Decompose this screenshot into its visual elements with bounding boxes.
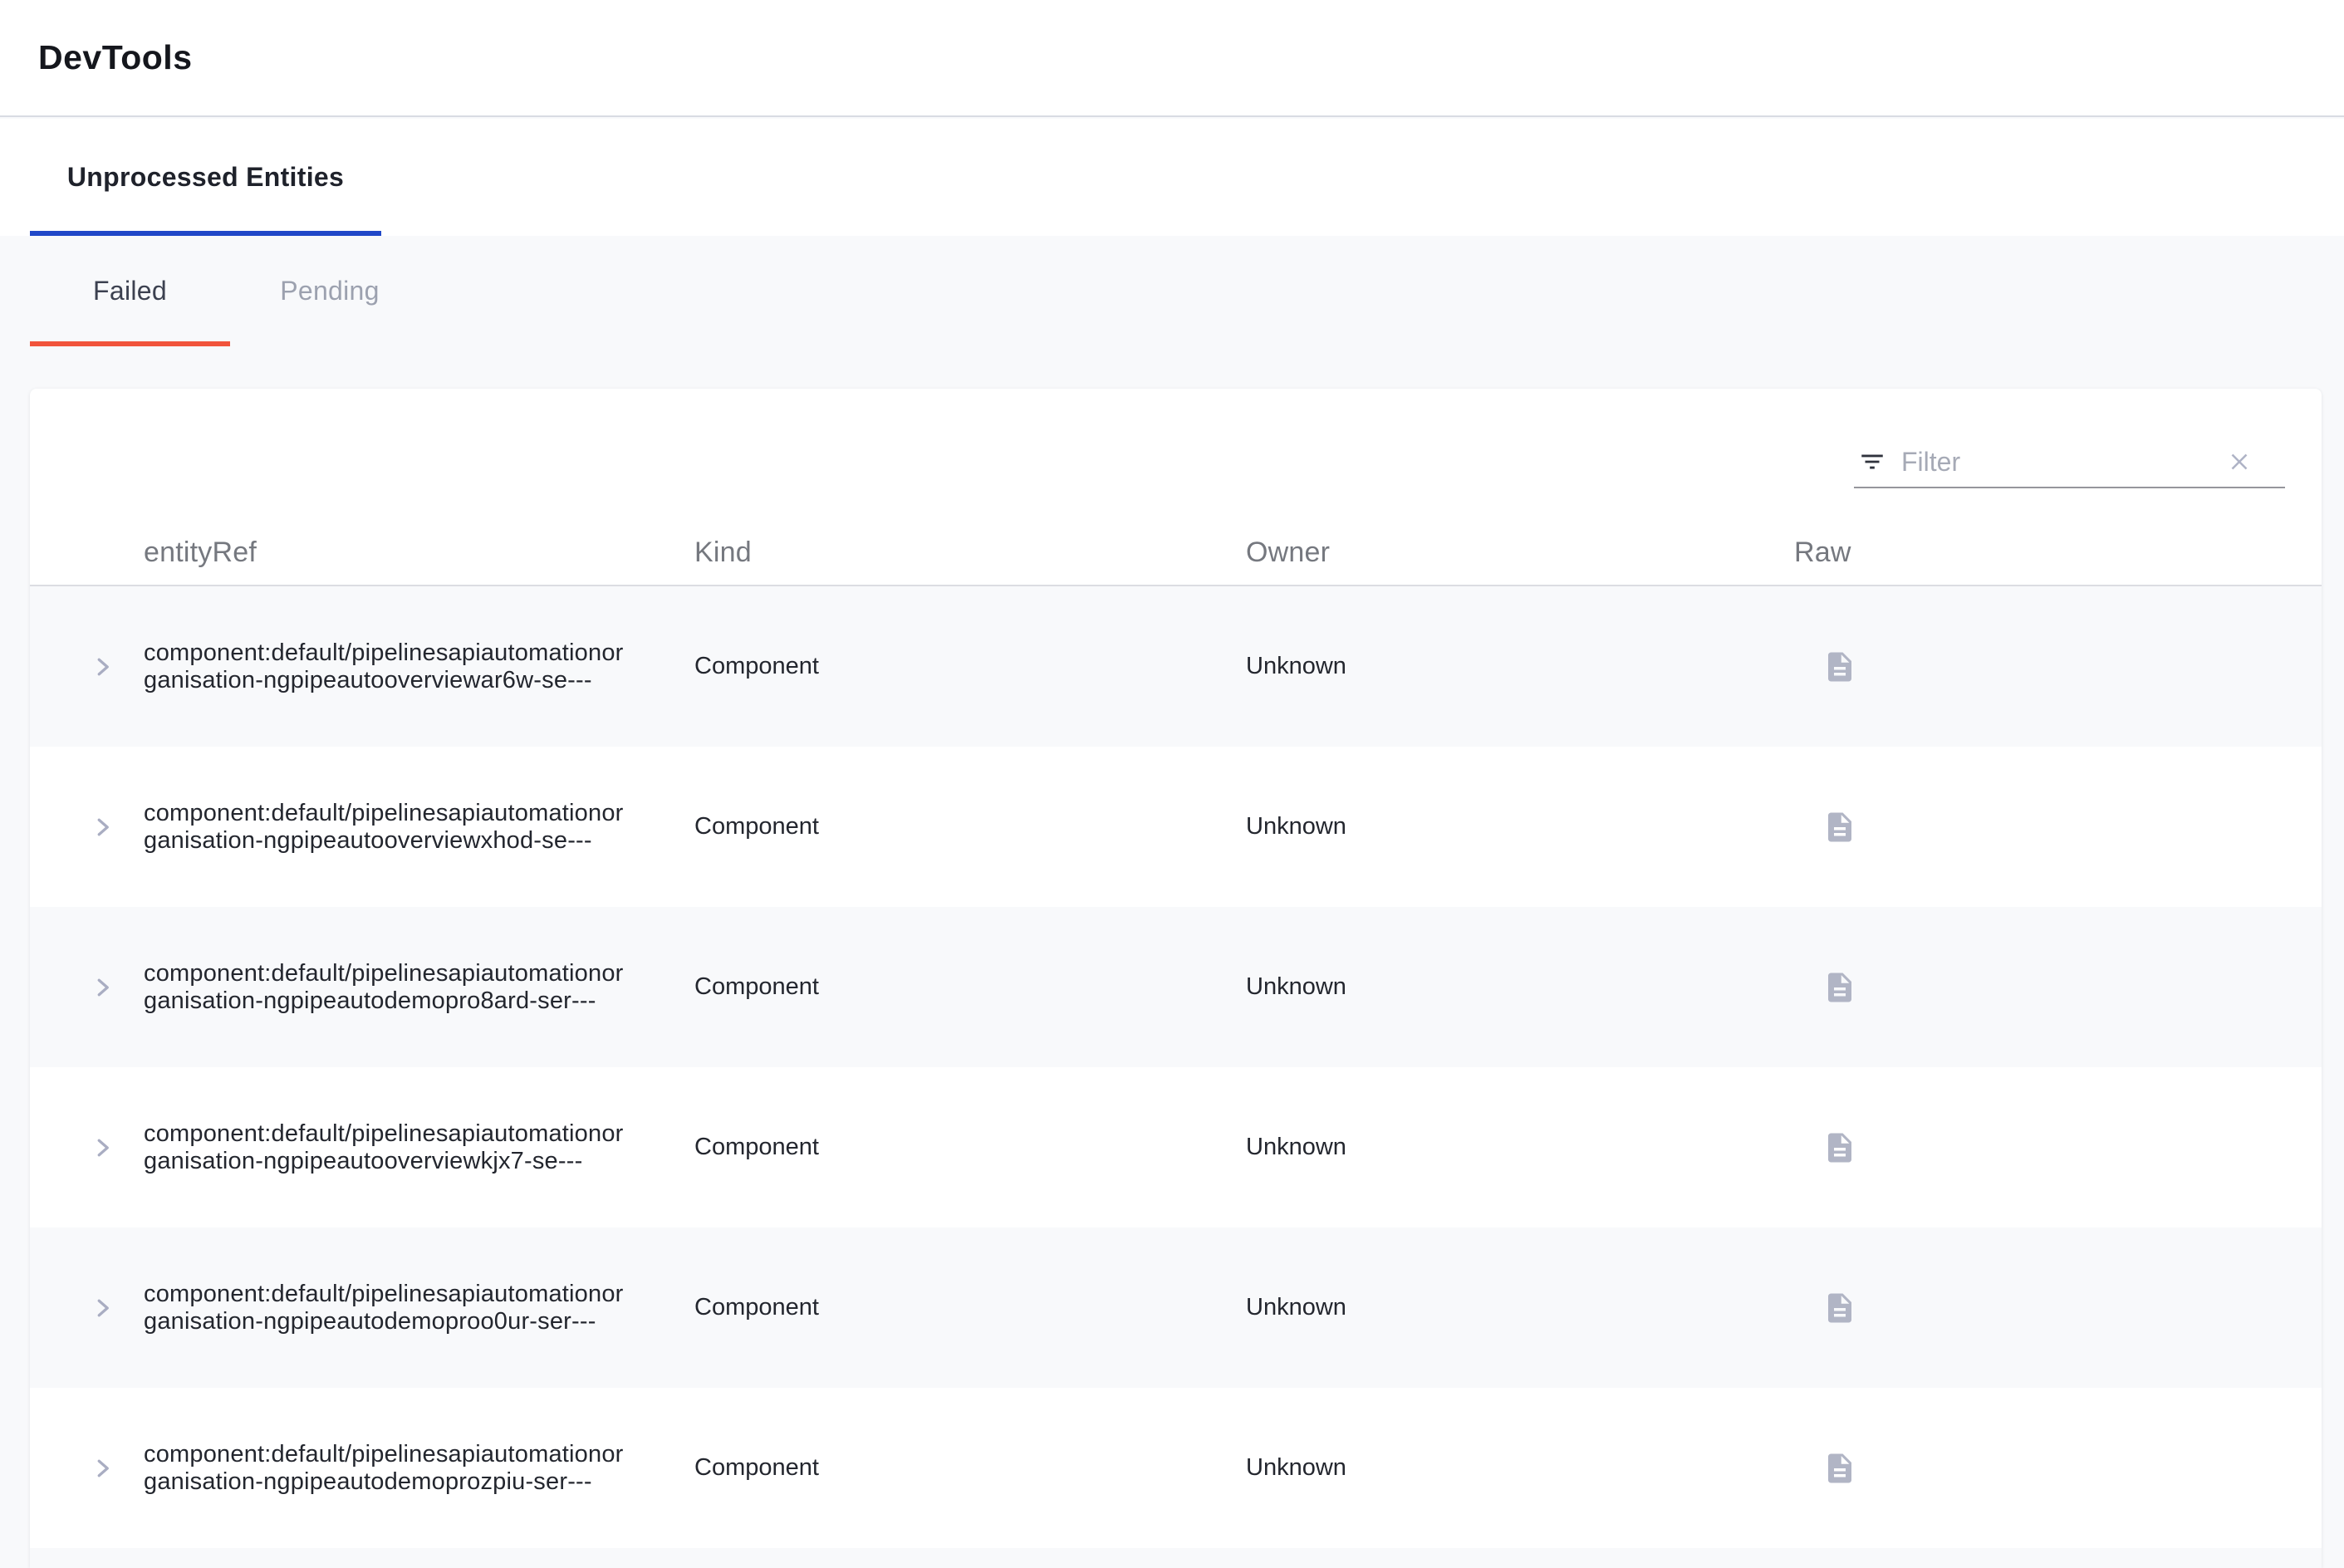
expand-row-button[interactable] — [83, 1067, 121, 1227]
tab-failed[interactable]: Failed — [30, 236, 230, 346]
document-icon — [1822, 1451, 1857, 1486]
status-tab-bar: Failed Pending — [0, 236, 2344, 346]
owner-value: Unknown — [1246, 747, 1761, 907]
document-icon — [1822, 649, 1857, 684]
expand-row-button[interactable] — [83, 907, 121, 1067]
kind-value: Component — [694, 1227, 1209, 1388]
chevron-right-icon — [90, 975, 115, 1000]
document-icon — [1822, 1130, 1857, 1165]
table-row: component:default/pipelinesapiautomation… — [30, 586, 2322, 747]
page-title: DevTools — [38, 38, 193, 77]
tab-unprocessed-entities[interactable]: Unprocessed Entities — [30, 119, 381, 236]
document-icon — [1822, 810, 1857, 845]
entityref-value: component:default/pipelinesapiautomation… — [144, 639, 625, 694]
owner-value: Unknown — [1246, 586, 1761, 747]
failed-tab-indicator — [30, 341, 230, 346]
devtools-page: DevTools Unprocessed Entities Failed Pen… — [0, 0, 2344, 1568]
chevron-right-icon — [90, 1296, 115, 1321]
expand-row-button[interactable] — [83, 1227, 121, 1388]
document-icon — [1822, 970, 1857, 1005]
table-row-partial — [30, 1548, 2322, 1568]
entityref-value: component:default/pipelinesapiautomation… — [144, 1441, 625, 1496]
expand-row-button[interactable] — [83, 1388, 121, 1548]
filter-input[interactable] — [1901, 447, 2225, 478]
kind-value: Component — [694, 1388, 1209, 1548]
view-raw-button[interactable] — [1821, 747, 1859, 907]
table-header: entityRef Kind Owner Raw — [30, 488, 2322, 586]
entityref-value: component:default/pipelinesapiautomation… — [144, 960, 625, 1015]
tab-pending[interactable]: Pending — [230, 236, 429, 346]
column-header-entityref: entityRef — [144, 488, 257, 585]
chevron-right-icon — [90, 654, 115, 679]
column-header-owner: Owner — [1246, 488, 1330, 585]
clear-filter-button[interactable] — [2225, 448, 2253, 476]
view-raw-button[interactable] — [1821, 1227, 1859, 1388]
expand-row-button[interactable] — [83, 747, 121, 907]
entityref-value: component:default/pipelinesapiautomation… — [144, 800, 625, 855]
chevron-right-icon — [90, 1135, 115, 1160]
expand-row-button[interactable] — [83, 586, 121, 747]
tab-pending-label: Pending — [280, 276, 380, 306]
filter-list-icon — [1858, 448, 1886, 476]
table-body: component:default/pipelinesapiautomation… — [30, 586, 2322, 1568]
app-header: DevTools — [0, 0, 2344, 117]
owner-value: Unknown — [1246, 907, 1761, 1067]
table-row: component:default/pipelinesapiautomation… — [30, 1388, 2322, 1548]
owner-value: Unknown — [1246, 1067, 1761, 1227]
clear-icon — [2225, 448, 2253, 476]
page-tab-bar: Unprocessed Entities — [0, 119, 2344, 236]
kind-value: Component — [694, 1067, 1209, 1227]
tab-label: Unprocessed Entities — [67, 162, 344, 193]
table-row: component:default/pipelinesapiautomation… — [30, 1227, 2322, 1388]
tab-failed-label: Failed — [93, 276, 167, 306]
kind-value: Component — [694, 747, 1209, 907]
view-raw-button[interactable] — [1821, 1388, 1859, 1548]
chevron-right-icon — [90, 815, 115, 840]
entityref-value: component:default/pipelinesapiautomation… — [144, 1120, 625, 1175]
view-raw-button[interactable] — [1821, 907, 1859, 1067]
filter-field — [1854, 437, 2285, 488]
owner-value: Unknown — [1246, 1388, 1761, 1548]
entityref-value: component:default/pipelinesapiautomation… — [144, 1281, 625, 1335]
table-row: component:default/pipelinesapiautomation… — [30, 747, 2322, 907]
unprocessed-entities-card: entityRef Kind Owner Raw component:defau… — [30, 389, 2322, 1568]
view-raw-button[interactable] — [1821, 586, 1859, 747]
owner-value: Unknown — [1246, 1227, 1761, 1388]
view-raw-button[interactable] — [1821, 1067, 1859, 1227]
kind-value: Component — [694, 586, 1209, 747]
table-row: component:default/pipelinesapiautomation… — [30, 907, 2322, 1067]
table-row: component:default/pipelinesapiautomation… — [30, 1067, 2322, 1227]
document-icon — [1822, 1291, 1857, 1325]
column-header-raw: Raw — [1794, 488, 1851, 585]
chevron-right-icon — [90, 1456, 115, 1481]
column-header-kind: Kind — [694, 488, 752, 585]
kind-value: Component — [694, 907, 1209, 1067]
